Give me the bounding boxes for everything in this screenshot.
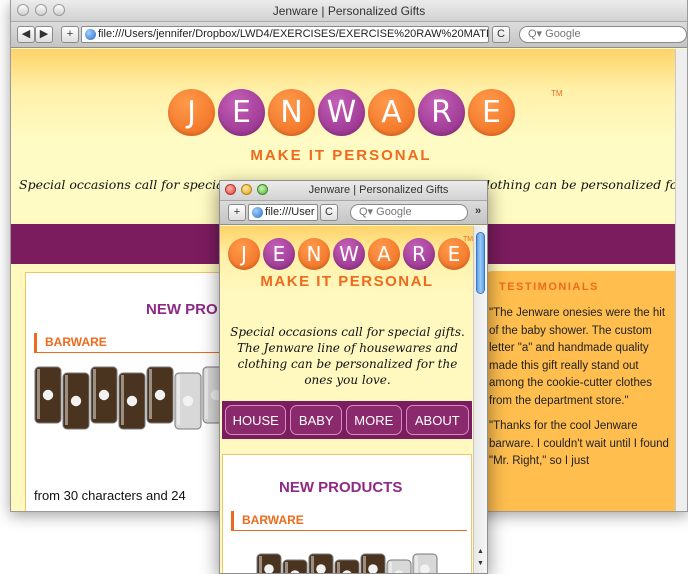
forward-button[interactable]: ▶: [35, 26, 53, 43]
logo-letter-circle: N: [298, 238, 330, 270]
logo-letter-circle: E: [468, 89, 515, 136]
nav-bar: HOUSE BABY MORE ABOUT: [222, 401, 472, 439]
shot-glass: [90, 366, 118, 424]
barware-heading: BARWARE: [34, 333, 224, 353]
front-window-title: Jenware | Personalized Gifts: [308, 184, 449, 196]
intro-text-left: Special occasions call for special: [19, 177, 228, 192]
front-browser-window: Jenware | Personalized Gifts + file:///U…: [219, 180, 488, 574]
globe-icon: [252, 207, 263, 218]
new-products-heading: NEW PRO: [146, 301, 218, 318]
testimonials-heading: TESTIMONIALS: [499, 281, 599, 293]
shot-glass: [308, 553, 334, 573]
logo-letter-circle: J: [228, 238, 260, 270]
nav-baby-button[interactable]: BABY: [290, 405, 343, 435]
barware-glasses-image: [256, 553, 438, 573]
scroll-up-arrow-icon[interactable]: ▲: [477, 548, 484, 555]
front-window-toolbar: + file:///User C Q▾ Google »: [220, 201, 487, 225]
shot-glass: [386, 559, 412, 573]
barware-glasses-image: [34, 366, 230, 430]
globe-icon: [85, 29, 96, 40]
testimonial-2: "Thanks for the cool Jenware barware. I …: [489, 420, 669, 467]
scroll-thumb[interactable]: [476, 232, 485, 294]
address-bar[interactable]: file:///User: [248, 204, 318, 221]
testimonials-panel: TESTIMONIALS "The Jenware onesies were t…: [481, 271, 681, 511]
add-bookmark-button[interactable]: +: [61, 26, 79, 43]
testimonial-1: "The Jenware onesies were the hit of the…: [489, 307, 666, 407]
shot-glass: [34, 366, 62, 424]
screenshot-stage: Jenware | Personalized Gifts ◀ ▶ + file:…: [0, 0, 688, 574]
nav-about-button[interactable]: ABOUT: [405, 405, 469, 435]
shot-glass: [412, 553, 438, 573]
back-button[interactable]: ◀: [17, 26, 35, 43]
front-window-titlebar[interactable]: Jenware | Personalized Gifts: [220, 181, 487, 201]
logo-letter-circle: R: [403, 238, 435, 270]
shot-glass: [62, 372, 90, 430]
add-bookmark-button[interactable]: +: [228, 204, 246, 221]
reload-button[interactable]: C: [320, 204, 338, 221]
nav-more-button[interactable]: MORE: [346, 405, 402, 435]
logo-letter-circle: W: [333, 238, 365, 270]
shot-glass: [334, 559, 360, 573]
jenware-logo: JENWARE: [168, 89, 515, 136]
logo-letter-circle: A: [368, 238, 400, 270]
shot-glass: [360, 553, 386, 573]
logo-letter-circle: J: [168, 89, 215, 136]
new-products-box: NEW PRODUCTS BARWARE: [222, 454, 472, 573]
back-window-titlebar[interactable]: Jenware | Personalized Gifts: [11, 0, 687, 22]
shot-glass: [146, 366, 174, 424]
reload-button[interactable]: C: [492, 26, 510, 43]
back-window-toolbar: ◀ ▶ + file:///Users/jennifer/Dropbox/LWD…: [11, 22, 687, 48]
front-window-scrollbar[interactable]: ▲ ▼: [473, 226, 487, 573]
jenware-logo: JENWARE: [228, 238, 470, 270]
address-text: file:///Users/jennifer/Dropbox/LWD4/EXER…: [98, 28, 489, 40]
shot-glass: [256, 553, 282, 573]
search-field[interactable]: Q▾ Google: [519, 26, 687, 43]
shot-glass: [174, 372, 202, 430]
scroll-down-arrow-icon[interactable]: ▼: [477, 560, 484, 567]
logo-letter-circle: E: [263, 238, 295, 270]
barware-description: from 30 characters and 24: [34, 488, 186, 503]
logo-letter-circle: N: [268, 89, 315, 136]
new-products-box: NEW PRO BARWARE from 30 characters and 2…: [25, 272, 235, 511]
logo-letter-circle: R: [418, 89, 465, 136]
intro-text: Special occasions call for special gifts…: [230, 325, 465, 387]
back-window-scrollbar[interactable]: [675, 49, 687, 511]
trademark-mark: TM: [551, 89, 563, 98]
new-products-heading: NEW PRODUCTS: [279, 479, 403, 496]
logo-letter-circle: W: [318, 89, 365, 136]
tagline: MAKE IT PERSONAL: [250, 147, 432, 164]
back-window-title: Jenware | Personalized Gifts: [272, 4, 426, 18]
search-field[interactable]: Q▾ Google: [350, 204, 468, 221]
shot-glass: [118, 372, 146, 430]
nav-house-button[interactable]: HOUSE: [225, 405, 287, 435]
barware-heading: BARWARE: [231, 511, 467, 531]
logo-letter-circle: E: [218, 89, 265, 136]
logo-letter-circle: A: [368, 89, 415, 136]
overflow-chevron-icon[interactable]: »: [471, 204, 485, 221]
trademark-mark: TM: [463, 236, 474, 243]
intro-text-right: lothing can be personalized for: [486, 177, 684, 192]
address-bar[interactable]: file:///Users/jennifer/Dropbox/LWD4/EXER…: [81, 26, 489, 43]
shot-glass: [282, 559, 308, 573]
front-page-content: JENWARE TM MAKE IT PERSONAL Special occa…: [220, 226, 474, 573]
tagline: MAKE IT PERSONAL: [260, 273, 434, 290]
address-text: file:///User: [265, 206, 315, 218]
